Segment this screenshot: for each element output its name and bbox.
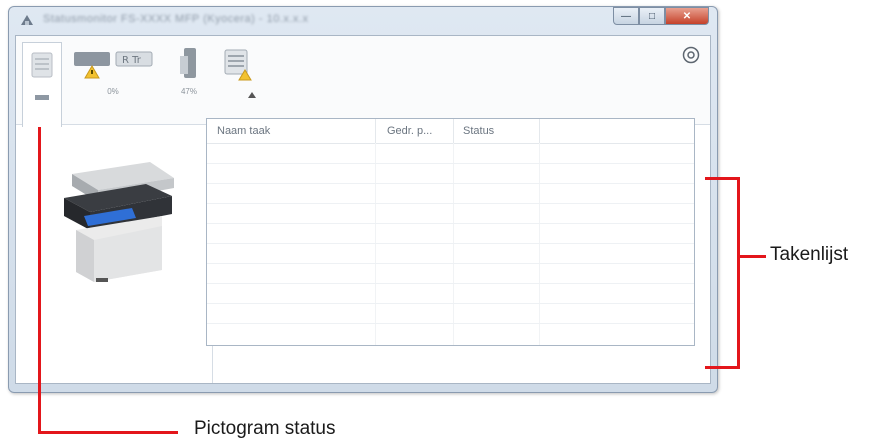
paper-percent: 47% xyxy=(180,87,197,96)
table-row xyxy=(207,283,694,284)
grid-line xyxy=(375,143,376,345)
minimize-button[interactable]: — xyxy=(613,7,639,25)
status-indicator xyxy=(35,95,49,100)
table-row xyxy=(207,163,694,164)
printer-tab-icon xyxy=(31,52,53,78)
table-row xyxy=(207,203,694,204)
table-row xyxy=(207,303,694,304)
job-list-bracket-spine xyxy=(737,177,740,369)
table-row xyxy=(207,243,694,244)
window-title: Statusmonitor FS-XXXX MFP (Kyocera) - 10… xyxy=(43,13,309,25)
column-divider[interactable] xyxy=(453,119,454,143)
job-list-header: Naam taak Gedr. p... Status xyxy=(207,119,694,144)
table-row xyxy=(207,323,694,324)
column-divider[interactable] xyxy=(375,119,376,143)
job-alert-icon xyxy=(224,49,252,81)
job-list-label: Takenlijst xyxy=(770,244,849,265)
grid-line xyxy=(453,143,454,345)
title-bar[interactable]: Statusmonitor FS-XXXX MFP (Kyocera) - 10… xyxy=(9,7,717,33)
dropdown-arrow-icon[interactable] xyxy=(248,92,256,98)
icon-status-label: Pictogram status xyxy=(194,418,336,439)
gear-icon[interactable] xyxy=(682,46,700,64)
tab-toner[interactable]: R Tr 0% xyxy=(68,42,158,120)
toner-percent: 0% xyxy=(107,87,119,96)
job-list[interactable]: Naam taak Gedr. p... Status xyxy=(206,118,695,346)
tab-printer-status[interactable] xyxy=(22,42,62,127)
status-toolbar: R Tr 0% 47% xyxy=(16,36,710,127)
paper-icon xyxy=(180,48,196,78)
job-list-bracket-top xyxy=(705,177,739,180)
tab-job-alert[interactable] xyxy=(216,42,260,120)
toner-warning-icon: R Tr xyxy=(74,51,153,79)
tab-paper[interactable]: 47% xyxy=(166,42,212,120)
column-job-name[interactable]: Naam taak xyxy=(217,125,270,137)
table-row xyxy=(207,183,694,184)
icon-status-pointer-horizontal xyxy=(38,431,178,434)
table-row xyxy=(207,223,694,224)
column-divider[interactable] xyxy=(539,119,540,143)
job-list-pointer xyxy=(740,255,766,258)
grid-line xyxy=(539,143,540,345)
maximize-button[interactable]: □ xyxy=(639,7,665,25)
column-status[interactable]: Status xyxy=(463,125,494,137)
svg-text:R Tr: R Tr xyxy=(122,55,142,66)
table-row xyxy=(207,263,694,264)
printer-pane xyxy=(16,126,213,383)
icon-status-pointer-vertical xyxy=(38,110,41,434)
job-list-bracket-bottom xyxy=(705,366,739,369)
printer-image xyxy=(64,162,174,282)
window-controls: — □ ✕ xyxy=(613,7,709,25)
app-icon xyxy=(21,15,33,25)
column-printed-pages[interactable]: Gedr. p... xyxy=(387,125,432,137)
close-button[interactable]: ✕ xyxy=(665,7,709,25)
